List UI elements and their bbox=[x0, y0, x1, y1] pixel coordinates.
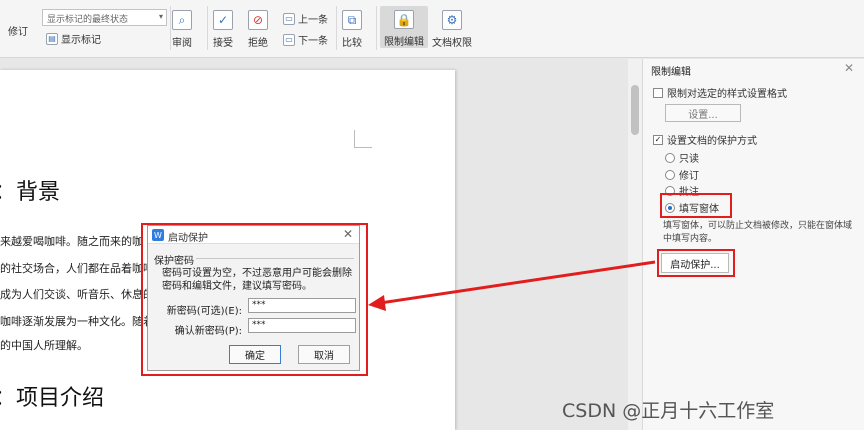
review-icon: ⌕ bbox=[172, 10, 192, 30]
confirm-password-label: 确认新密码(P): bbox=[174, 326, 242, 337]
separator bbox=[376, 6, 377, 50]
reject-icon: ⊘ bbox=[248, 10, 268, 30]
permission-icon: ⚙ bbox=[442, 10, 462, 30]
show-markup-button[interactable]: ▤ 显示标记 bbox=[46, 31, 101, 46]
cancel-button[interactable]: 取消 bbox=[298, 345, 350, 364]
radio-readonly[interactable]: 只读 bbox=[665, 150, 699, 165]
password-note: 密码可设置为空，不过恶意用户可能会删除密码和编辑文件，建议填写密码。 bbox=[162, 268, 352, 292]
reject-button[interactable]: ⊘ 拒绝 bbox=[248, 0, 268, 49]
new-password-field[interactable]: *** bbox=[248, 298, 356, 313]
check-icon: ✓ bbox=[213, 10, 233, 30]
scrollbar-thumb[interactable] bbox=[631, 85, 639, 135]
dialog-title: 启动保护 bbox=[168, 233, 208, 244]
revise-button[interactable]: 修订 bbox=[8, 23, 28, 38]
checkbox-box bbox=[653, 87, 663, 98]
markup-state-select[interactable]: 显示标记的最终状态 ▾ bbox=[42, 9, 167, 26]
next-change-button[interactable]: ▭ 下一条 bbox=[283, 32, 328, 47]
restrict-format-label: 限制对选定的样式设置格式 bbox=[667, 89, 787, 100]
set-protection-checkbox[interactable]: ✓ 设置文档的保护方式 bbox=[653, 132, 757, 147]
paragraph-line: 来越爱喝咖啡。随之而来的咖 bbox=[0, 235, 143, 248]
separator bbox=[170, 6, 171, 50]
radio-readonly-label: 只读 bbox=[679, 154, 699, 165]
radio-revise-label: 修订 bbox=[679, 171, 699, 182]
paragraph-line: 的社交场合，人们都在品着咖啡 bbox=[0, 262, 154, 275]
compare-icon: ⧉ bbox=[342, 10, 362, 30]
highlight-box bbox=[660, 193, 732, 218]
new-password-label: 新密码(可选)(E): bbox=[166, 306, 242, 317]
separator bbox=[207, 6, 208, 50]
close-icon[interactable]: ✕ bbox=[343, 227, 353, 241]
password-group-label: 保护密码 bbox=[154, 256, 194, 267]
accept-button[interactable]: ✓ 接受 bbox=[213, 0, 233, 49]
page-corner-mark bbox=[354, 130, 372, 148]
paragraph-line: 成为人们交谈、听音乐、休息的 bbox=[0, 288, 154, 301]
watermark-text: CSDN @正月十六工作室 bbox=[562, 400, 775, 422]
new-password-value: *** bbox=[252, 300, 266, 310]
close-icon[interactable]: ✕ bbox=[844, 61, 854, 75]
settings-label: 设置... bbox=[688, 109, 718, 121]
separator bbox=[336, 6, 337, 50]
show-markup-icon: ▤ bbox=[46, 32, 58, 45]
heading-background: ：背景 bbox=[0, 180, 61, 205]
wps-logo-icon: W bbox=[152, 229, 164, 241]
ribbon-toolbar: 显示标记的最终状态 ▾ 修订 ▤ 显示标记 ⌕ 审阅 ✓ 接受 ⊘ 拒绝 ▭ 上… bbox=[0, 0, 864, 58]
review-button[interactable]: ⌕ 审阅 bbox=[172, 0, 192, 49]
restrict-edit-label: 限制编辑 bbox=[384, 37, 424, 48]
heading-project-intro: ：项目介绍 bbox=[0, 386, 105, 411]
paragraph-line: 咖啡逐渐发展为一种文化。随着 bbox=[0, 315, 154, 328]
previous-icon: ▭ bbox=[283, 12, 295, 25]
radio-revise[interactable]: 修订 bbox=[665, 167, 699, 182]
radio-circle bbox=[665, 152, 675, 163]
ok-button[interactable]: 确定 bbox=[229, 345, 281, 364]
protection-description: 填写窗体，可以防止文档被修改，只能在窗体域中填写内容。 bbox=[663, 221, 853, 244]
group-divider bbox=[196, 258, 354, 259]
previous-label: 上一条 bbox=[298, 15, 328, 26]
panel-title: 限制编辑 bbox=[651, 67, 691, 78]
previous-change-button[interactable]: ▭ 上一条 bbox=[283, 11, 328, 26]
accept-label: 接受 bbox=[213, 38, 233, 49]
compare-label: 比较 bbox=[342, 38, 362, 49]
review-label: 审阅 bbox=[172, 38, 192, 49]
restrict-format-checkbox[interactable]: 限制对选定的样式设置格式 bbox=[653, 85, 787, 100]
markup-state-value: 显示标记的最终状态 bbox=[47, 15, 129, 25]
ok-label: 确定 bbox=[245, 351, 265, 362]
next-icon: ▭ bbox=[283, 33, 295, 46]
checkbox-checked: ✓ bbox=[653, 134, 663, 145]
cancel-label: 取消 bbox=[314, 351, 334, 362]
paragraph-line: 的中国人所理解。 bbox=[0, 339, 88, 352]
document-permission-button[interactable]: ⚙ 文档权限 bbox=[432, 0, 472, 49]
reject-label: 拒绝 bbox=[248, 38, 268, 49]
highlight-box bbox=[657, 249, 735, 277]
revise-label: 修订 bbox=[8, 27, 28, 38]
next-label: 下一条 bbox=[298, 36, 328, 47]
settings-button[interactable]: 设置... bbox=[665, 104, 741, 122]
show-markup-label: 显示标记 bbox=[61, 35, 101, 46]
confirm-password-value: *** bbox=[252, 320, 266, 330]
lock-document-icon: 🔒 bbox=[394, 10, 414, 29]
start-protection-dialog: W 启动保护 ✕ 保护密码 密码可设置为空，不过恶意用户可能会删除密码和编辑文件… bbox=[147, 225, 360, 371]
restrict-edit-button[interactable]: 🔒 限制编辑 bbox=[380, 6, 428, 48]
document-permission-label: 文档权限 bbox=[432, 38, 472, 49]
confirm-password-field[interactable]: *** bbox=[248, 318, 356, 333]
restrict-edit-panel: 限制编辑 ✕ 限制对选定的样式设置格式 设置... ✓ 设置文档的保护方式 只读… bbox=[642, 59, 864, 430]
set-protection-label: 设置文档的保护方式 bbox=[667, 136, 757, 147]
compare-button[interactable]: ⧉ 比较 bbox=[342, 0, 362, 49]
chevron-down-icon: ▾ bbox=[158, 12, 163, 21]
radio-circle bbox=[665, 169, 675, 180]
dialog-titlebar: W 启动保护 ✕ bbox=[148, 226, 359, 244]
vertical-scrollbar[interactable] bbox=[628, 59, 642, 430]
